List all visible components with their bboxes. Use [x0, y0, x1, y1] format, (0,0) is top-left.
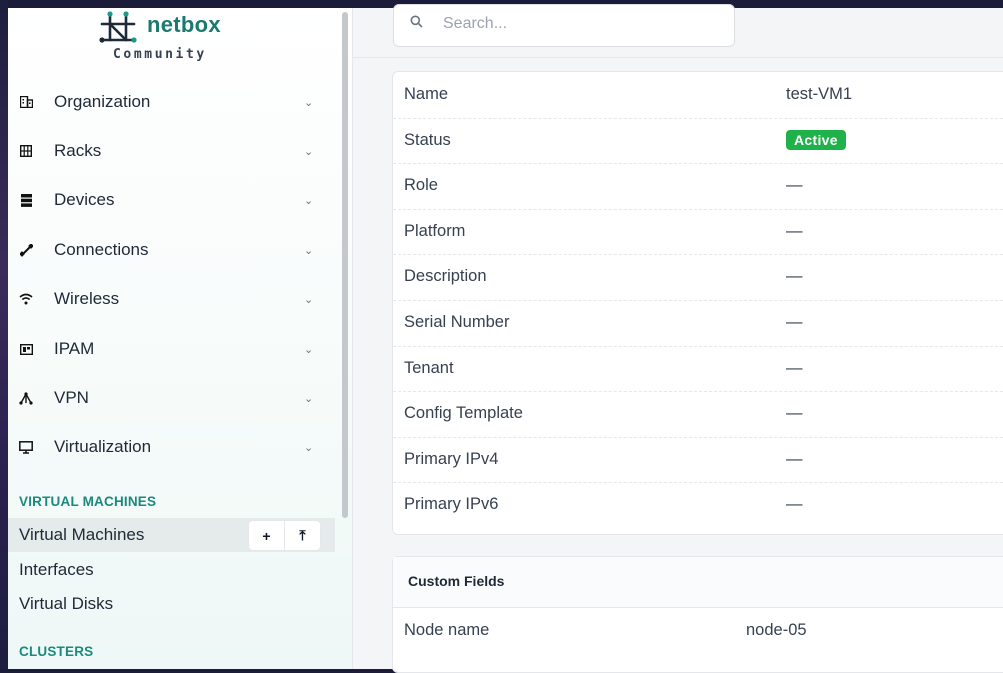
chevron-down-icon: ⌄: [304, 194, 314, 207]
nav-connections[interactable]: Connections ⌄: [8, 232, 338, 268]
table-row: Serial Number —: [393, 300, 1003, 347]
section-virtual-machines: VIRTUAL MACHINES: [19, 494, 157, 509]
nav-organization[interactable]: Organization ⌄: [8, 84, 338, 120]
table-row: Name test-VM1: [393, 72, 1003, 119]
field-label: Config Template: [404, 404, 523, 423]
table-row: Config Template —: [393, 391, 1003, 438]
sidebar-item-interfaces[interactable]: Interfaces: [19, 560, 94, 580]
brand[interactable]: netbox Community: [8, 8, 328, 72]
table-row: Status Active: [393, 118, 1003, 165]
field-value: —: [786, 313, 803, 331]
field-value: —: [786, 449, 803, 468]
building-icon: [18, 94, 34, 110]
field-value: —: [786, 176, 803, 195]
nav-label: IPAM: [54, 339, 95, 358]
section-clusters: CLUSTERS: [19, 644, 94, 659]
field-value: —: [786, 495, 803, 514]
nav-label: Connections: [54, 240, 149, 259]
field-value: node-05: [746, 621, 807, 639]
field-label: Node name: [404, 621, 490, 639]
vm-details-card: Name test-VM1 Status Active Role — Platf…: [392, 71, 1003, 535]
import-button[interactable]: ⤒: [285, 521, 320, 550]
main-content: Search... Name test-VM1 Status Active Ro…: [353, 4, 1003, 673]
search-box[interactable]: Search...: [393, 4, 735, 47]
field-label: Primary IPv6: [404, 495, 499, 514]
chevron-down-icon: ⌄: [304, 293, 314, 306]
nav-label: VPN: [54, 388, 89, 407]
add-button[interactable]: +: [249, 521, 285, 550]
field-label: Serial Number: [404, 313, 510, 331]
wifi-icon: [18, 291, 34, 307]
search-input[interactable]: Search...: [443, 15, 507, 33]
field-value: —: [786, 404, 803, 423]
nav-devices[interactable]: Devices ⌄: [8, 182, 338, 218]
nav-vpn[interactable]: VPN ⌄: [8, 380, 338, 416]
tunnel-icon: [18, 390, 34, 406]
cable-icon: [18, 242, 34, 258]
chevron-down-icon: ⌄: [304, 392, 314, 405]
rack-icon: [18, 143, 34, 159]
table-row: Primary IPv4 —: [393, 437, 1003, 484]
nav-ipam[interactable]: IPAM ⌄: [8, 331, 338, 367]
field-value: —: [786, 358, 803, 377]
table-row: Tenant —: [393, 346, 1003, 393]
field-value: —: [786, 221, 803, 240]
ip-icon: [18, 341, 34, 357]
field-label: Tenant: [404, 358, 454, 377]
divider: [353, 57, 1003, 58]
card-title: Custom Fields: [408, 573, 505, 589]
nav-label: Virtualization: [54, 437, 152, 456]
nav-label: Racks: [54, 141, 102, 160]
field-label: Name: [404, 85, 449, 103]
desktop-background: [0, 0, 8, 669]
chevron-down-icon: ⌄: [304, 96, 314, 109]
field-label: Platform: [404, 221, 466, 240]
sidebar: netbox Community Organization ⌄ Racks ⌄ …: [8, 8, 353, 669]
search-icon: [410, 15, 423, 31]
card-header: Custom Fields: [393, 557, 1003, 608]
field-label: Role: [404, 176, 438, 195]
nav-label: Organization: [54, 92, 151, 111]
server-icon: [18, 192, 34, 208]
nav-virtualization[interactable]: Virtualization ⌄: [8, 429, 338, 465]
table-row: Platform —: [393, 209, 1003, 256]
field-label: Primary IPv4: [404, 449, 499, 468]
field-label: Description: [404, 267, 487, 286]
field-label: Status: [404, 130, 451, 149]
nav-label: Wireless: [54, 289, 120, 308]
brand-name: netbox: [147, 12, 221, 37]
monitor-icon: [18, 439, 34, 455]
chevron-down-icon: ⌄: [304, 343, 314, 356]
table-row: Role —: [393, 163, 1003, 210]
netbox-logo-icon: [99, 11, 137, 43]
field-value: —: [786, 267, 803, 286]
nav-racks[interactable]: Racks ⌄: [8, 133, 338, 169]
nav-wireless[interactable]: Wireless ⌄: [8, 281, 338, 317]
status-badge: Active: [786, 129, 846, 150]
chevron-down-icon: ⌄: [304, 441, 314, 454]
custom-fields-card: Custom Fields Node name node-05: [392, 556, 1003, 673]
table-row: Primary IPv6 —: [393, 482, 1003, 528]
chevron-down-icon: ⌄: [304, 145, 314, 158]
table-row: Description —: [393, 254, 1003, 301]
sidebar-item-virtual-machines[interactable]: Virtual Machines: [19, 525, 144, 545]
field-value: test-VM1: [786, 85, 853, 103]
chevron-down-icon: ⌄: [304, 244, 314, 257]
sidebar-item-virtual-disks[interactable]: Virtual Disks: [19, 594, 113, 614]
brand-edition: Community: [113, 47, 207, 62]
sidebar-scrollbar[interactable]: [342, 12, 348, 518]
virtual-machines-actions: + ⤒: [249, 521, 320, 550]
nav-label: Devices: [54, 190, 115, 209]
